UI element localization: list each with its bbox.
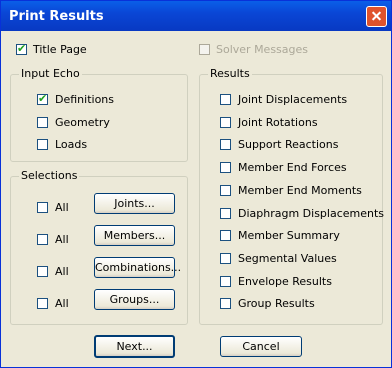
member-summary-checkbox[interactable] [220, 230, 231, 241]
selections-title: Selections [19, 169, 80, 182]
combinations-all-checkbox[interactable] [37, 266, 48, 277]
geometry-checkbox[interactable] [37, 117, 48, 128]
groups-button[interactable]: Groups... [94, 289, 175, 310]
joints-all-checkbox[interactable] [37, 202, 48, 213]
member-end-forces-label: Member End Forces [238, 161, 347, 174]
diaphragm-displacements-label: Diaphragm Displacements [238, 207, 385, 220]
title-bar[interactable]: Print Results [1, 1, 391, 31]
diaphragm-displacements-checkbox[interactable] [220, 208, 231, 219]
joints-button[interactable]: Joints... [94, 193, 175, 214]
joint-rotations-checkbox[interactable] [220, 117, 231, 128]
members-all-label: All [55, 233, 69, 246]
title-page-checkbox[interactable] [16, 42, 27, 55]
next-button[interactable]: Next... [94, 335, 175, 358]
members-all-checkbox[interactable] [37, 234, 48, 245]
member-summary-label: Member Summary [238, 229, 340, 242]
envelope-results-checkbox[interactable] [220, 276, 231, 287]
geometry-label: Geometry [55, 116, 110, 129]
combinations-button[interactable]: Combinations... [94, 257, 181, 278]
print-results-dialog: Print Results Title Page Solver Messages… [0, 0, 392, 368]
envelope-results-label: Envelope Results [238, 275, 332, 288]
joint-displacements-label: Joint Displacements [238, 93, 348, 106]
solver-messages-checkbox [199, 44, 210, 55]
title-page-label: Title Page [33, 43, 87, 56]
joints-all-label: All [55, 201, 69, 214]
input-echo-title: Input Echo [19, 67, 82, 80]
segmental-values-checkbox[interactable] [220, 253, 231, 264]
support-reactions-label: Support Reactions [238, 138, 339, 151]
loads-checkbox[interactable] [37, 139, 48, 150]
definitions-label: Definitions [55, 93, 114, 106]
group-results-checkbox[interactable] [220, 298, 231, 309]
solver-messages-label: Solver Messages [216, 43, 309, 56]
joint-rotations-label: Joint Rotations [238, 116, 318, 129]
group-results-label: Group Results [238, 297, 315, 310]
close-icon[interactable] [366, 6, 387, 27]
results-title: Results [208, 67, 252, 80]
combinations-all-label: All [55, 265, 69, 278]
definitions-checkbox[interactable] [37, 92, 48, 105]
groups-all-label: All [55, 297, 69, 310]
member-end-moments-checkbox[interactable] [220, 185, 231, 196]
segmental-values-label: Segmental Values [238, 252, 337, 265]
joint-displacements-checkbox[interactable] [220, 94, 231, 105]
loads-label: Loads [55, 138, 88, 151]
members-button[interactable]: Members... [94, 225, 175, 246]
window-title: Print Results [9, 9, 104, 24]
cancel-button[interactable]: Cancel [220, 336, 302, 357]
support-reactions-checkbox[interactable] [220, 139, 231, 150]
member-end-forces-checkbox[interactable] [220, 162, 231, 173]
member-end-moments-label: Member End Moments [238, 184, 362, 197]
groups-all-checkbox[interactable] [37, 298, 48, 309]
